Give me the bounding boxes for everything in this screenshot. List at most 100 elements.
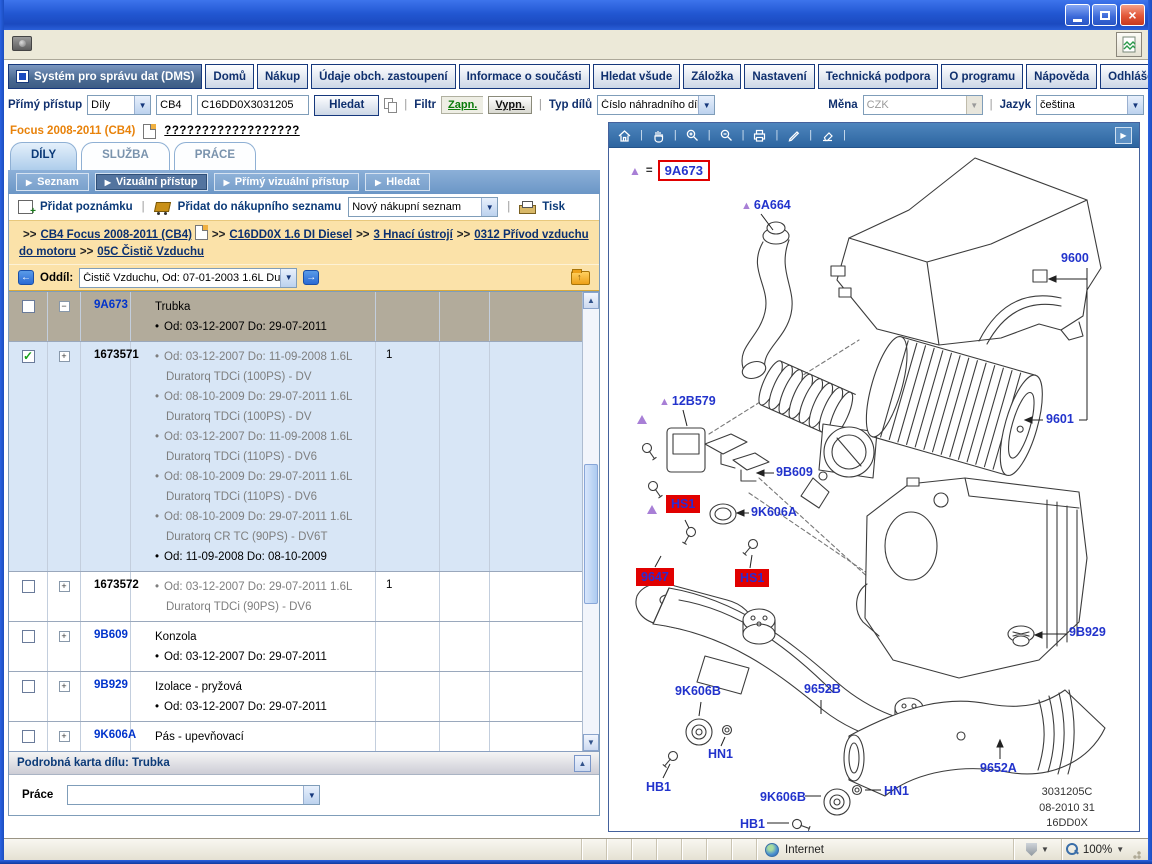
language-select[interactable]: čeština▼	[1036, 95, 1144, 115]
work-select[interactable]: ▼	[67, 785, 320, 805]
tab-díly[interactable]: DÍLY	[10, 142, 77, 170]
breadcrumb-link-4[interactable]: 05C Čistič Vzduchu	[97, 246, 204, 258]
nav-button-5[interactable]: Hledat všude	[593, 64, 681, 89]
diagram-label-9652b[interactable]: 9652B	[804, 682, 841, 696]
diagram-canvas[interactable]: ▲ = 9A673 ▲6A6649600▲12B57996019B609HS19…	[609, 147, 1139, 831]
diagram-label-9600[interactable]: 9600	[1061, 251, 1089, 265]
row-checkbox[interactable]: ✓	[22, 350, 35, 363]
nav-button-7[interactable]: Nastavení	[744, 64, 814, 89]
section-select[interactable]: Čistič Vzduchu, Od: 07-01-2003 1.6L Dura…	[79, 268, 297, 288]
filter-off-button[interactable]: Vypn.	[488, 96, 532, 114]
table-scrollbar[interactable]: ▲ ▼	[582, 292, 599, 751]
view-button-0[interactable]: ▶Seznam	[16, 173, 89, 191]
diagram-label-hs1[interactable]: HS1	[735, 569, 769, 587]
nav-button-1[interactable]: Domů	[205, 64, 254, 89]
row-expander[interactable]: +	[59, 581, 70, 592]
maximize-button[interactable]	[1092, 4, 1117, 26]
tab-služba[interactable]: SLUŽBA	[81, 142, 170, 170]
add-note-button[interactable]: Přidat poznámku	[40, 201, 133, 213]
camera-icon[interactable]	[12, 36, 32, 51]
diagram-label-9601[interactable]: 9601	[1046, 412, 1074, 426]
nav-button-6[interactable]: Záložka	[683, 64, 741, 89]
scrollbar-thumb[interactable]	[584, 464, 598, 604]
view-button-2[interactable]: ▶Přímý vizuální přístup	[214, 173, 359, 191]
diagram-label-12b579[interactable]: ▲12B579	[659, 394, 716, 408]
row-checkbox[interactable]	[22, 630, 35, 643]
toolbar-expand-button[interactable]: ▶	[1115, 127, 1132, 144]
diagram-label-9b929[interactable]: 9B929	[1069, 625, 1106, 639]
diagram-label-9652a[interactable]: 9652A	[980, 761, 1017, 775]
zoom-control[interactable]: 100% ▼	[1062, 839, 1148, 860]
page-image-button[interactable]	[1116, 32, 1142, 57]
copy-icon[interactable]	[384, 98, 397, 113]
part-type-select[interactable]: Číslo náhradního dílu▼	[597, 95, 715, 115]
title-bar[interactable]: ×	[0, 0, 1152, 30]
nav-button-9[interactable]: O programu	[941, 64, 1023, 89]
diagram-label-9k606b[interactable]: 9K606B	[760, 790, 806, 804]
scroll-up-button[interactable]: ▲	[583, 292, 599, 309]
row-checkbox[interactable]	[22, 730, 35, 743]
zoom-in-icon[interactable]	[684, 127, 701, 144]
zoom-out-icon[interactable]	[718, 127, 735, 144]
vin-field[interactable]	[197, 95, 309, 115]
part-number[interactable]: 9B929	[81, 679, 128, 691]
row-expander[interactable]: +	[59, 681, 70, 692]
view-button-3[interactable]: ▶Hledat	[365, 173, 430, 191]
part-number[interactable]: 9A673	[81, 299, 128, 311]
close-button[interactable]: ×	[1120, 4, 1145, 26]
diagram-label-hs1[interactable]: HS1	[666, 495, 700, 513]
pencil-icon[interactable]	[785, 127, 802, 144]
diagram-label-hn1[interactable]: HN1	[884, 784, 909, 798]
row-expander[interactable]: −	[59, 301, 70, 312]
direct-access-select[interactable]: Díly▼	[87, 95, 151, 115]
row-checkbox[interactable]	[22, 300, 35, 313]
home-icon[interactable]	[616, 127, 633, 144]
row-expander[interactable]: +	[59, 631, 70, 642]
diagram-label-hn1[interactable]: HN1	[708, 747, 733, 761]
row-expander[interactable]: +	[59, 731, 70, 742]
nav-button-dms[interactable]: Systém pro správu dat (DMS)	[8, 64, 202, 89]
row-checkbox[interactable]	[22, 680, 35, 693]
add-to-shopping-list-button[interactable]: Přidat do nákupního seznamu	[178, 201, 342, 213]
diagram-label-hb1[interactable]: HB1	[646, 780, 671, 794]
part-number[interactable]: 9B609	[81, 629, 128, 641]
filter-on-button[interactable]: Zapn.	[441, 96, 483, 114]
next-section-button[interactable]: →	[303, 270, 319, 285]
eraser-icon[interactable]	[819, 127, 836, 144]
diagram-label-hb1[interactable]: HB1	[740, 817, 765, 831]
vehicle-detail-link[interactable]: ??????????????????	[164, 125, 299, 137]
print-diagram-icon[interactable]	[751, 127, 768, 144]
shopping-list-select[interactable]: Nový nákupní seznam▼	[348, 197, 498, 217]
folder-up-icon[interactable]	[571, 271, 590, 285]
nav-button-2[interactable]: Nákup	[257, 64, 308, 89]
diagram-label-9b609[interactable]: 9B609	[776, 465, 813, 479]
nav-button-10[interactable]: Nápověda	[1026, 64, 1097, 89]
breadcrumb-link-2[interactable]: 3 Hnací ústrojí	[374, 229, 453, 241]
nav-button-11[interactable]: Odhlášení	[1100, 64, 1152, 89]
part-number[interactable]: 9K606A	[81, 729, 136, 741]
search-button[interactable]: Hledat	[314, 95, 379, 116]
document-icon[interactable]	[143, 124, 156, 139]
scroll-down-button[interactable]: ▼	[583, 734, 599, 751]
minimize-button[interactable]	[1065, 4, 1090, 26]
tab-práce[interactable]: PRÁCE	[174, 142, 256, 170]
protected-mode-button[interactable]: ▼	[1014, 839, 1062, 860]
model-code-field[interactable]	[156, 95, 192, 115]
breadcrumb-link-0[interactable]: CB4 Focus 2008-2011 (CB4)	[40, 229, 191, 241]
print-button[interactable]: Tisk	[542, 201, 565, 213]
collapse-panel-button[interactable]: ▲	[574, 755, 591, 772]
view-button-1[interactable]: ▶Vizuální přístup	[95, 173, 208, 191]
highlighted-part-number[interactable]: 9A673	[658, 160, 710, 181]
row-expander[interactable]: +	[59, 351, 70, 362]
diagram-label-9k606b[interactable]: 9K606B	[675, 684, 721, 698]
document-icon[interactable]	[195, 225, 208, 240]
pan-hand-icon[interactable]	[650, 127, 667, 144]
nav-button-3[interactable]: Údaje obch. zastoupení	[311, 64, 455, 89]
diagram-label-6a664[interactable]: ▲6A664	[741, 198, 791, 212]
nav-button-4[interactable]: Informace o součásti	[459, 64, 590, 89]
diagram-label-9k606a[interactable]: 9K606A	[751, 505, 797, 519]
breadcrumb-link-1[interactable]: C16DD0X 1.6 DI Diesel	[229, 229, 352, 241]
previous-section-button[interactable]: ←	[18, 270, 34, 285]
nav-button-8[interactable]: Technická podpora	[818, 64, 939, 89]
diagram-label-9647[interactable]: 9647	[636, 568, 674, 586]
